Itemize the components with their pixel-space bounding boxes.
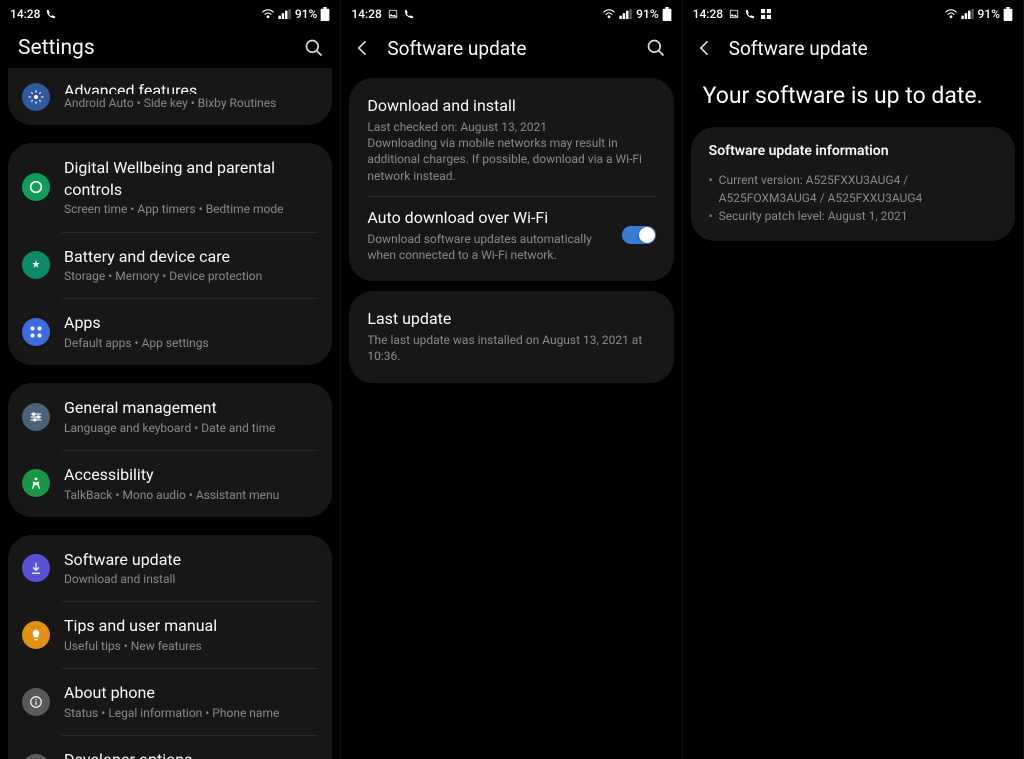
page-title: Software update	[387, 37, 631, 60]
auto-download-toggle[interactable]	[622, 226, 656, 244]
device-care-icon	[22, 251, 50, 279]
item-title: Developer options	[64, 749, 316, 759]
item-sub: Download and install	[64, 571, 316, 587]
item-sub: TalkBack • Mono audio • Assistant menu	[64, 487, 316, 503]
download-icon	[22, 554, 50, 582]
settings-item-developer-options[interactable]: Developer options Developer options	[8, 735, 332, 759]
item-sub: Storage • Memory • Device protection	[64, 268, 316, 284]
status-bar: 14:28 91%	[0, 0, 340, 28]
battery-text: 91%	[978, 7, 1000, 21]
battery-text: 91%	[636, 7, 658, 21]
apps-icon	[22, 318, 50, 346]
item-title: Software update	[64, 549, 316, 571]
battery-icon	[1003, 7, 1013, 21]
header-settings: Settings	[0, 28, 340, 68]
accessibility-icon	[22, 469, 50, 497]
row-sub-line1: Last checked on: August 13, 2021	[367, 119, 655, 135]
settings-item-battery-device-care[interactable]: Battery and device care Storage • Memory…	[8, 232, 332, 299]
settings-item-digital-wellbeing[interactable]: Digital Wellbeing and parental controls …	[8, 143, 332, 231]
download-and-install-row[interactable]: Download and install Last checked on: Au…	[349, 84, 673, 196]
item-title: Accessibility	[64, 464, 316, 486]
settings-item-accessibility[interactable]: Accessibility TalkBack • Mono audio • As…	[8, 450, 332, 517]
signal-icon	[961, 9, 975, 19]
row-sub-line2: Downloading via mobile networks may resu…	[367, 135, 655, 184]
page-title: Software update	[729, 37, 1009, 60]
info-title: Software update information	[709, 143, 997, 159]
item-title: Advanced features	[64, 80, 316, 94]
row-sub: Download software updates automatically …	[367, 231, 609, 263]
settings-list[interactable]: Advanced features Android Auto • Side ke…	[0, 68, 340, 759]
last-update-card: Last update The last update was installe…	[349, 291, 673, 382]
item-title: Battery and device care	[64, 246, 316, 268]
wifi-icon	[944, 9, 958, 19]
status-bar: 14:28 91%	[341, 0, 681, 28]
item-sub: Screen time • App timers • Bedtime mode	[64, 201, 316, 217]
item-sub: Language and keyboard • Date and time	[64, 420, 316, 436]
settings-item-advanced-features[interactable]: Advanced features Android Auto • Side ke…	[8, 68, 332, 125]
call-icon	[745, 9, 755, 19]
row-title: Download and install	[367, 96, 655, 115]
last-update-row[interactable]: Last update The last update was installe…	[349, 297, 673, 376]
item-sub: Status • Legal information • Phone name	[64, 705, 316, 721]
signal-icon	[619, 9, 633, 19]
page-title: Settings	[10, 36, 290, 60]
settings-item-tips[interactable]: Tips and user manual Useful tips • New f…	[8, 601, 332, 668]
panel-software-update-status: 14:28 91% Software update Your software …	[683, 0, 1024, 759]
status-time: 14:28	[693, 7, 723, 21]
signal-icon	[278, 9, 292, 19]
search-icon[interactable]	[644, 36, 668, 60]
auto-download-row[interactable]: Auto download over Wi-Fi Download softwa…	[349, 196, 673, 275]
update-options-card: Download and install Last checked on: Au…	[349, 78, 673, 281]
info-bullet: Security patch level: August 1, 2021	[709, 207, 997, 225]
wellbeing-icon	[22, 173, 50, 201]
status-time: 14:28	[10, 7, 40, 21]
item-title: Apps	[64, 312, 316, 334]
settings-item-about-phone[interactable]: About phone Status • Legal information •…	[8, 668, 332, 735]
row-title: Auto download over Wi-Fi	[367, 208, 609, 227]
panel-software-update: 14:28 91% Software update Download and i…	[341, 0, 682, 759]
sliders-icon	[22, 403, 50, 431]
up-to-date-heading: Your software is up to date.	[683, 68, 1023, 119]
item-title: Tips and user manual	[64, 615, 316, 637]
settings-item-apps[interactable]: Apps Default apps • App settings	[8, 298, 332, 365]
settings-item-general-management[interactable]: General management Language and keyboard…	[8, 383, 332, 450]
gallery-icon	[729, 9, 739, 19]
gallery-icon	[388, 9, 398, 19]
item-sub: Android Auto • Side key • Bixby Routines	[64, 95, 316, 111]
row-sub: The last update was installed on August …	[367, 332, 655, 364]
battery-icon	[320, 7, 330, 21]
search-icon[interactable]	[302, 36, 326, 60]
item-title: About phone	[64, 682, 316, 704]
info-bullet: Current version: A525FXXU3AUG4 / A525FOX…	[709, 171, 997, 207]
call-icon	[404, 9, 414, 19]
battery-icon	[662, 7, 672, 21]
battery-text: 91%	[295, 7, 317, 21]
item-sub: Useful tips • New features	[64, 638, 316, 654]
item-sub: Default apps • App settings	[64, 335, 316, 351]
grid-icon	[761, 9, 771, 19]
header-software-update: Software update	[683, 28, 1023, 68]
panel-settings: 14:28 91% Settings Advanced feature	[0, 0, 341, 759]
item-title: Digital Wellbeing and parental controls	[64, 157, 316, 200]
bulb-icon	[22, 621, 50, 649]
update-info-card: Software update information Current vers…	[691, 127, 1015, 241]
settings-item-software-update[interactable]: Software update Download and install	[8, 535, 332, 602]
call-icon	[46, 9, 56, 19]
wifi-icon	[261, 9, 275, 19]
braces-icon	[22, 754, 50, 759]
item-title: General management	[64, 397, 316, 419]
status-time: 14:28	[351, 7, 381, 21]
gear-plus-icon	[22, 83, 50, 111]
back-icon[interactable]	[693, 36, 717, 60]
wifi-icon	[602, 9, 616, 19]
row-title: Last update	[367, 309, 655, 328]
status-bar: 14:28 91%	[683, 0, 1023, 28]
header-software-update: Software update	[341, 28, 681, 68]
back-icon[interactable]	[351, 36, 375, 60]
info-icon	[22, 688, 50, 716]
